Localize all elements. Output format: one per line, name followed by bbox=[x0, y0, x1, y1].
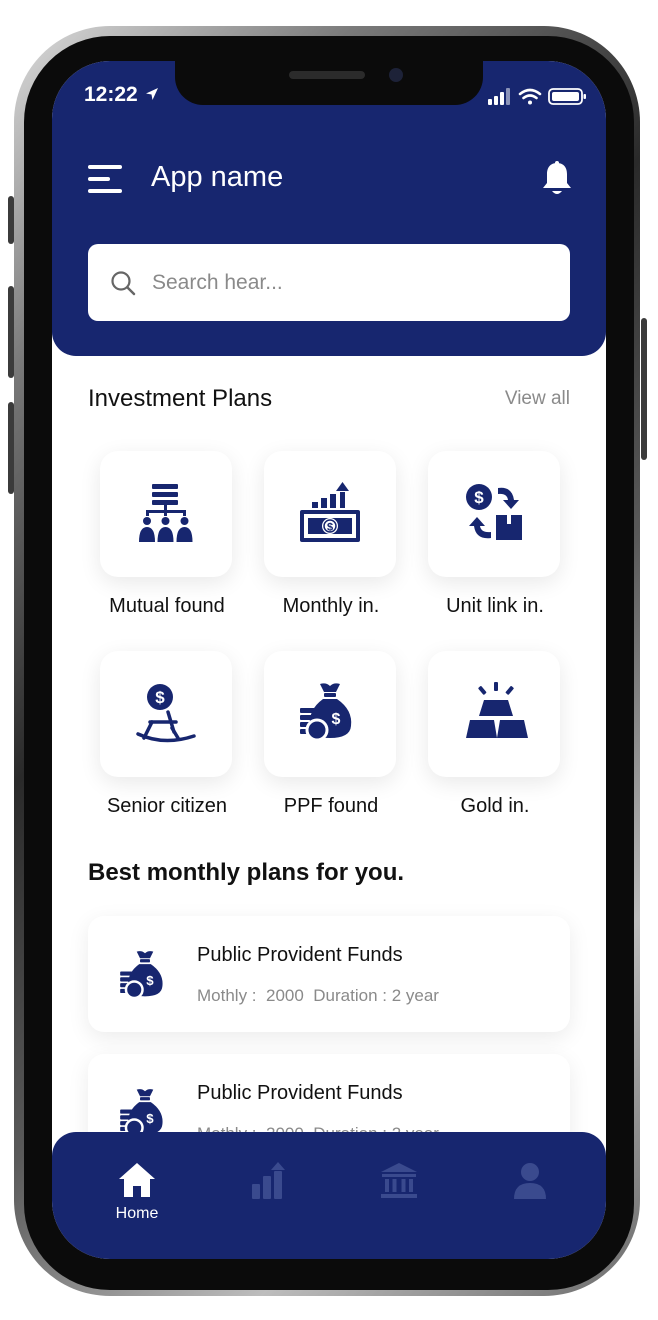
exchange-icon: $ bbox=[466, 484, 522, 540]
svg-text:$: $ bbox=[332, 711, 341, 728]
money-bag-icon: $ bbox=[120, 951, 163, 998]
nav-profile[interactable] bbox=[490, 1162, 570, 1205]
svg-text:$: $ bbox=[474, 488, 484, 507]
plan-label: Mutual found bbox=[109, 595, 225, 617]
search-bar[interactable] bbox=[88, 244, 570, 321]
status-icons bbox=[488, 87, 588, 112]
side-button bbox=[8, 196, 14, 244]
speaker bbox=[289, 71, 365, 79]
battery-icon bbox=[548, 88, 586, 105]
plan-tile-monthly[interactable]: $ bbox=[264, 451, 396, 577]
plan-tile-gold[interactable] bbox=[428, 651, 560, 777]
plan-label: Monthly in. bbox=[282, 595, 380, 617]
app-name: App name bbox=[151, 161, 284, 193]
hierarchy-icon bbox=[139, 484, 193, 542]
plan-tile-unit-link[interactable]: $ bbox=[428, 451, 560, 577]
wifi-icon bbox=[518, 88, 542, 105]
view-all-link[interactable]: View all bbox=[505, 388, 570, 410]
location-arrow-icon bbox=[145, 88, 158, 100]
plan-tile-senior-citizen[interactable]: $ bbox=[100, 651, 232, 777]
svg-text:$: $ bbox=[155, 688, 165, 707]
investment-plans-title: Investment Plans bbox=[88, 385, 273, 412]
app-screen: 12:22 App name Search hear... Investment… bbox=[52, 61, 606, 1259]
plan-label: Unit link in. bbox=[446, 595, 544, 617]
notch bbox=[175, 61, 483, 105]
best-plans-title: Best monthly plans for you. bbox=[88, 859, 405, 886]
profile-icon bbox=[514, 1163, 546, 1199]
nav-bank[interactable] bbox=[359, 1162, 439, 1203]
search-input[interactable] bbox=[150, 262, 554, 304]
front-camera bbox=[389, 68, 403, 82]
money-bag-icon: $ bbox=[120, 1089, 163, 1136]
header: 12:22 App name Search hear... bbox=[52, 61, 606, 356]
notification-bell-icon[interactable] bbox=[542, 161, 572, 202]
signal-icon bbox=[488, 88, 510, 105]
side-button bbox=[8, 286, 14, 378]
svg-text:$: $ bbox=[327, 522, 333, 534]
card-title: Public Provident Funds bbox=[197, 1082, 403, 1104]
nav-home[interactable]: Home bbox=[97, 1162, 177, 1223]
plan-tile-ppf[interactable]: $ bbox=[264, 651, 396, 777]
bank-icon bbox=[381, 1163, 417, 1198]
gold-bars-icon bbox=[466, 682, 528, 738]
rocking-chair-icon: $ bbox=[136, 684, 196, 743]
side-button bbox=[641, 318, 647, 460]
home-icon bbox=[119, 1163, 155, 1197]
chart-icon bbox=[252, 1162, 285, 1199]
nav-analytics[interactable] bbox=[228, 1162, 308, 1205]
plan-label: Senior citizen bbox=[106, 795, 228, 817]
bottom-nav: Home bbox=[52, 1132, 606, 1259]
plan-label: PPF found bbox=[283, 795, 379, 817]
plan-tile-mutual-fund[interactable] bbox=[100, 451, 232, 577]
money-bag-icon: $ bbox=[300, 683, 352, 742]
search-icon bbox=[111, 271, 136, 296]
card-title: Public Provident Funds bbox=[197, 944, 403, 966]
menu-icon[interactable] bbox=[88, 165, 122, 193]
card-meta: Mothly : 2000 Duration : 2 year bbox=[197, 986, 439, 1005]
nav-home-label: Home bbox=[115, 1205, 159, 1222]
plan-card[interactable]: $ Public Provident Funds Mothly : 2000 D… bbox=[88, 916, 570, 1032]
svg-text:$: $ bbox=[146, 1111, 154, 1126]
side-button bbox=[8, 402, 14, 494]
plan-label: Gold in. bbox=[460, 795, 530, 817]
svg-text:$: $ bbox=[146, 973, 154, 988]
status-time: 12:22 bbox=[84, 83, 160, 107]
money-growth-icon: $ bbox=[300, 482, 360, 542]
